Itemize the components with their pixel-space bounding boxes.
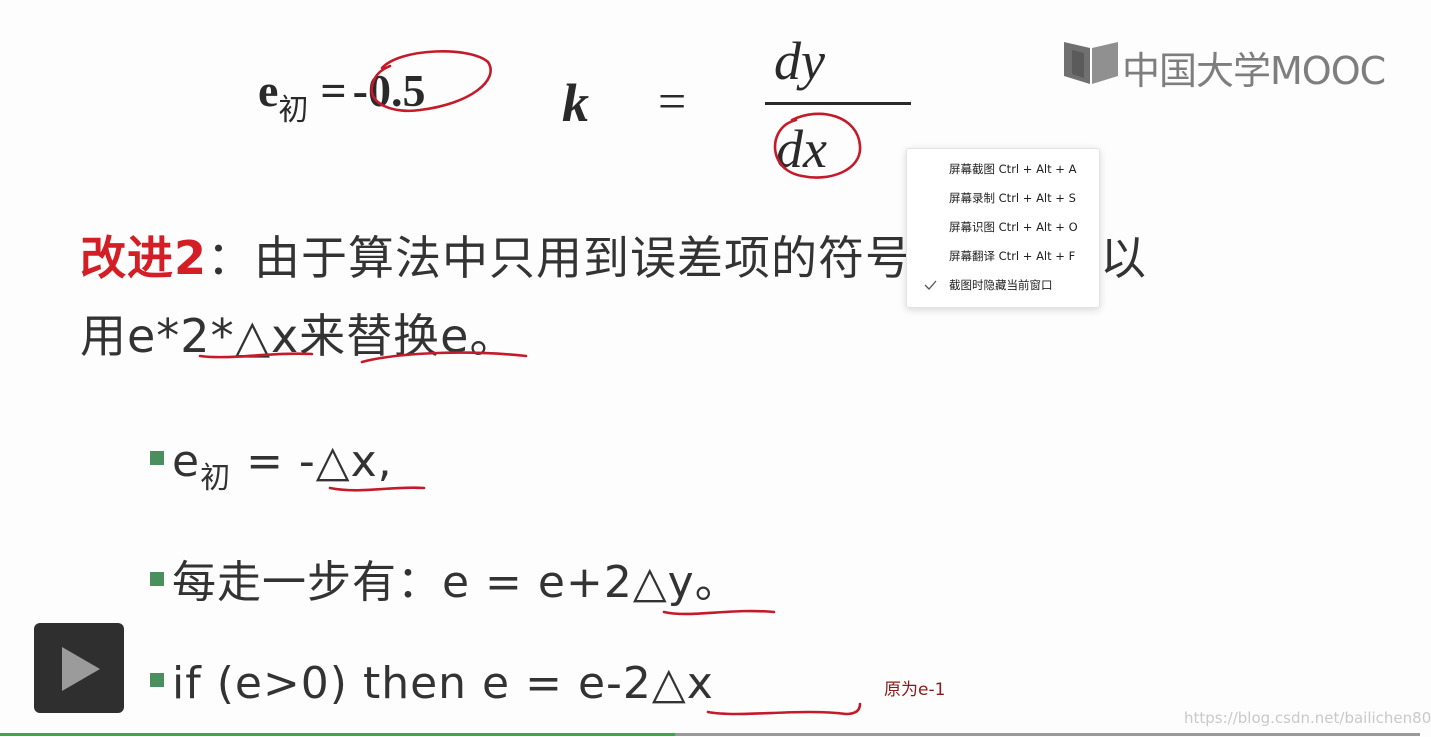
play-button[interactable]	[34, 623, 124, 713]
formula-k-equals: =	[658, 73, 687, 129]
menu-item-label: 屏幕截图 Ctrl + Alt + A	[949, 162, 1077, 176]
bullet-step-update: 每走一步有：e = e+2△y。	[150, 546, 740, 610]
open-book-icon	[1064, 42, 1118, 84]
bullet-1-rest: = -△x,	[231, 436, 393, 487]
bullet-square-icon	[150, 673, 164, 687]
formula-equals: =	[320, 65, 347, 116]
bullet-initial-value: e初 = -△x,	[150, 436, 393, 496]
video-progress-fill	[0, 733, 675, 736]
bullet-3-text: if (e>0) then e = e-2△x	[172, 658, 714, 709]
improvement-label: 改进2	[80, 231, 208, 285]
video-frame: e初 = -0.5 k = dy dx 改进2：由于算法中只用到误差项的符号，于是可…	[0, 0, 1431, 737]
formula-initial-error: e初 = -0.5	[258, 64, 426, 128]
blog-watermark: https://blog.csdn.net/bailichen800	[1184, 709, 1431, 727]
menu-item-label: 屏幕识图 Ctrl + Alt + O	[949, 220, 1078, 234]
bullet-1-subscript: 初	[200, 461, 232, 496]
improvement-colon: ：	[207, 231, 255, 285]
video-progress-bar[interactable]	[0, 733, 1420, 736]
fraction-bar	[765, 102, 911, 105]
screenshot-context-menu: 屏幕截图 Ctrl + Alt + A 屏幕录制 Ctrl + Alt + S …	[906, 148, 1100, 308]
mooc-logo: 中国大学MOOC	[1062, 38, 1386, 93]
menu-item-hide-window[interactable]: 截图时隐藏当前窗口	[907, 271, 1099, 299]
bullet-condition: if (e>0) then e = e-2△x	[150, 658, 714, 709]
bullet-square-icon	[150, 451, 164, 465]
underline-2dx-bottom	[706, 702, 862, 716]
menu-item-translate[interactable]: 屏幕翻译 Ctrl + Alt + F	[907, 242, 1099, 270]
red-annotations	[198, 50, 862, 716]
menu-item-label: 屏幕录制 Ctrl + Alt + S	[949, 191, 1076, 205]
bullet-2-text: 每走一步有：e = e+2△y。	[172, 557, 740, 608]
fraction-denominator: dx	[776, 119, 827, 179]
menu-item-screenshot[interactable]: 屏幕截图 Ctrl + Alt + A	[907, 155, 1099, 183]
formula-e-subscript: 初	[278, 93, 309, 128]
play-icon	[62, 647, 100, 691]
menu-item-label: 截图时隐藏当前窗口	[949, 278, 1053, 292]
underline-2dy	[662, 609, 776, 616]
underline-neg-dx	[328, 486, 426, 492]
menu-item-label: 屏幕翻译 Ctrl + Alt + F	[949, 249, 1076, 263]
menu-item-record[interactable]: 屏幕录制 Ctrl + Alt + S	[907, 184, 1099, 212]
formula-e-symbol: e	[258, 65, 279, 116]
menu-item-recognize[interactable]: 屏幕识图 Ctrl + Alt + O	[907, 213, 1099, 241]
formula-k-symbol: k	[562, 73, 589, 133]
fraction-numerator: dy	[774, 31, 825, 91]
improvement-line-2: 用e*2*△x来替换e。	[80, 309, 517, 363]
handwritten-note: 原为e-1	[884, 680, 946, 700]
bullet-square-icon	[150, 572, 164, 586]
logo-text: 中国大学MOOC	[1122, 49, 1386, 93]
check-icon	[923, 271, 937, 310]
formula-e-value: -0.5	[352, 65, 426, 116]
bullet-1-e: e	[172, 436, 201, 487]
